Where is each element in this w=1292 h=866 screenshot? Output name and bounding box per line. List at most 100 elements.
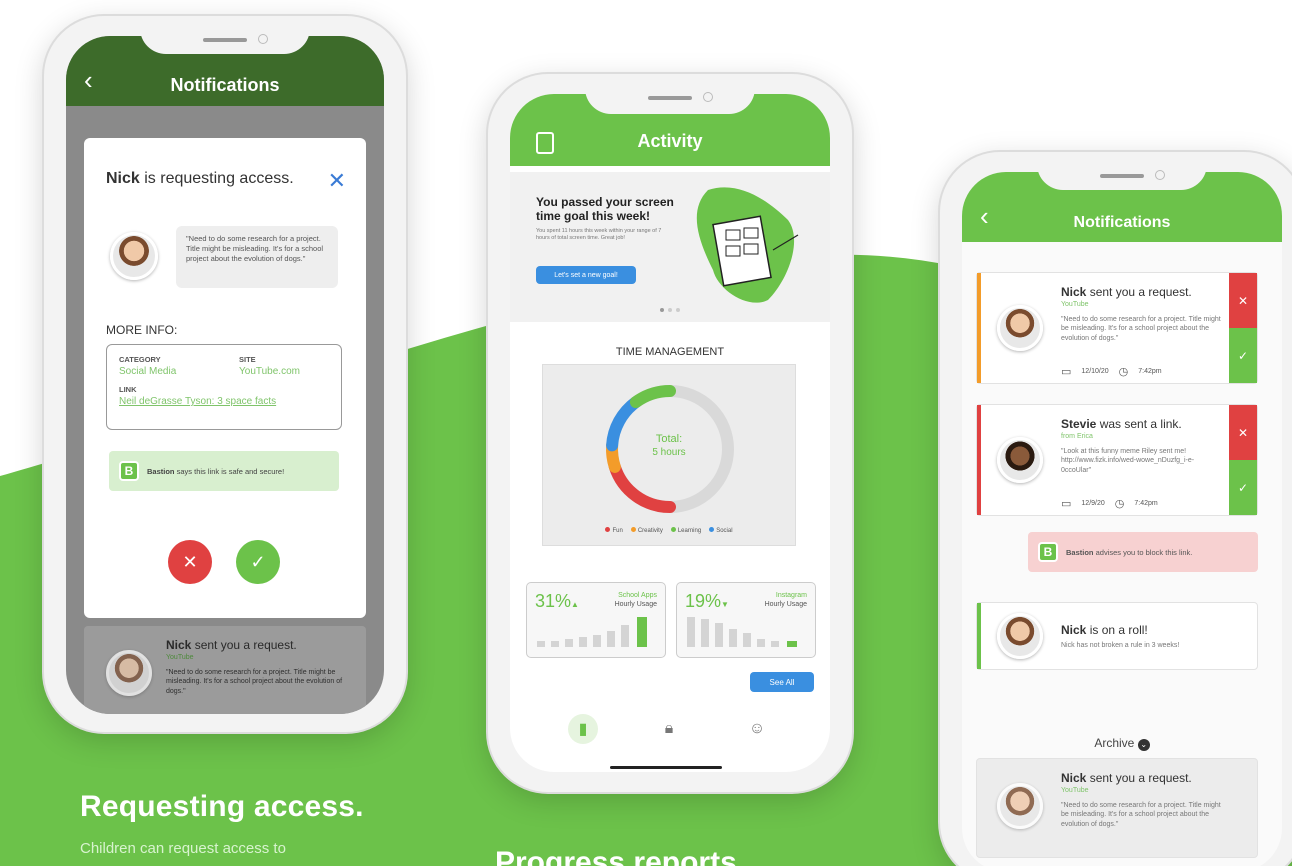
site-value: YouTube.com bbox=[239, 366, 300, 377]
usage-bar bbox=[551, 641, 559, 647]
legend-item-fun: Fun bbox=[605, 527, 623, 534]
home-indicator bbox=[610, 766, 722, 769]
notification-title: Nick is on a roll! bbox=[1061, 623, 1148, 637]
section-title: TIME MANAGEMENT bbox=[615, 346, 725, 358]
usage-bar bbox=[729, 629, 737, 647]
phone-screen: Activity You passed your screen time goa… bbox=[510, 94, 830, 772]
archive-toggle[interactable]: Archive ⌄ bbox=[962, 736, 1282, 751]
usage-bar bbox=[757, 639, 765, 647]
calendar-icon: ▭ bbox=[1061, 366, 1072, 378]
usage-bar bbox=[593, 635, 601, 647]
avatar bbox=[997, 305, 1043, 351]
usage-bar bbox=[771, 641, 779, 647]
back-chevron-icon[interactable]: ‹ bbox=[980, 201, 989, 232]
notification-roll[interactable]: Nick is on a roll! Nick has not broken a… bbox=[976, 602, 1258, 670]
notification-time: 7:42pm bbox=[1134, 500, 1158, 507]
usage-bar bbox=[715, 623, 723, 647]
block-text: Bastion advises you to block this link. bbox=[1066, 547, 1193, 557]
close-icon[interactable]: ✕ bbox=[328, 168, 346, 194]
notification-date: 12/9/20 bbox=[1081, 500, 1105, 507]
stat-label: School Apps Hourly Usage bbox=[614, 592, 657, 609]
archived-request[interactable]: Nick sent you a request. YouTube "Need t… bbox=[976, 758, 1258, 858]
notification-source: YouTube bbox=[1061, 787, 1089, 794]
deny-button[interactable]: ✕ bbox=[1229, 405, 1257, 460]
notification-meta: ▭ 12/10/20 ◷ 7:42pm bbox=[1061, 365, 1162, 378]
approve-button[interactable]: ✓ bbox=[1229, 328, 1257, 383]
phone-screen: ‹ Notifications Nick sent you a request.… bbox=[66, 36, 384, 714]
link-label: LINK bbox=[119, 385, 137, 394]
notification-meta: ▭ 12/9/20 ◷ 7:42pm bbox=[1061, 497, 1158, 510]
clock-icon: ◷ bbox=[1118, 366, 1129, 378]
chart-total-label: Total: bbox=[655, 433, 683, 445]
carousel-dots bbox=[660, 308, 680, 312]
user-icon[interactable]: ☺ bbox=[742, 714, 772, 744]
avatar bbox=[106, 650, 152, 696]
legend-label: Learning bbox=[677, 528, 702, 534]
header-icon[interactable] bbox=[536, 132, 554, 154]
deny-button[interactable]: ✕ bbox=[168, 540, 212, 584]
site-label: SITE bbox=[239, 355, 256, 364]
avatar bbox=[997, 783, 1043, 829]
phone-notifications: ‹ Notifications Nick sent you a request.… bbox=[940, 152, 1292, 866]
header-title: Activity bbox=[637, 131, 703, 151]
stat-card-instagram[interactable]: 19%▼ Instagram Hourly Usage bbox=[676, 582, 816, 658]
usage-bar bbox=[537, 641, 545, 647]
legend-label: Creativity bbox=[637, 528, 663, 534]
notification-request[interactable]: Nick sent you a request. YouTube "Need t… bbox=[976, 272, 1258, 384]
phone-notch bbox=[140, 16, 310, 54]
legend-item-learning: Learning bbox=[670, 527, 702, 534]
camera-icon bbox=[258, 34, 268, 44]
more-info-label: MORE INFO: bbox=[106, 323, 178, 337]
banner-headline: You passed your screen time goal this we… bbox=[536, 195, 674, 223]
notification-link[interactable]: Stevie was sent a link. from Erica "Look… bbox=[976, 404, 1258, 516]
legend-dot bbox=[605, 527, 611, 532]
safe-link-notice: B Bastion says this link is safe and sec… bbox=[109, 451, 339, 491]
bastion-logo-icon: B bbox=[1038, 542, 1058, 562]
notification-source: YouTube bbox=[1061, 301, 1089, 308]
back-chevron-icon[interactable]: ‹ bbox=[84, 65, 93, 96]
new-goal-button[interactable]: Let's set a new goal! bbox=[536, 266, 636, 284]
legend-item-social: Social bbox=[709, 527, 733, 534]
calendar-icon: ▭ bbox=[1061, 498, 1072, 510]
headline-requesting-access: Requesting access. bbox=[80, 790, 364, 823]
category-value: Social Media bbox=[119, 366, 177, 377]
chevron-down-icon: ⌄ bbox=[1137, 739, 1150, 751]
donut-slice-learning bbox=[629, 385, 676, 409]
request-access-modal: Nick is requesting access. ✕ "Need to do… bbox=[84, 138, 366, 618]
status-stripe bbox=[977, 603, 981, 669]
notification-title: Nick sent you a request. bbox=[1061, 285, 1192, 299]
donut-slice-fun bbox=[608, 460, 676, 513]
goal-banner: You passed your screen time goal this we… bbox=[510, 172, 830, 322]
notification-source: from Erica bbox=[1061, 433, 1093, 440]
deny-button[interactable]: ✕ bbox=[1229, 273, 1257, 328]
usage-bar bbox=[701, 619, 709, 647]
see-all-button[interactable]: See All bbox=[750, 672, 814, 692]
bg-card-message: "Need to do some research for a project.… bbox=[166, 669, 343, 695]
clock-icon: ◷ bbox=[1114, 498, 1125, 510]
approve-button[interactable]: ✓ bbox=[236, 540, 280, 584]
speaker-icon bbox=[1100, 174, 1144, 178]
phone-requesting-access: ‹ Notifications Nick sent you a request.… bbox=[44, 16, 406, 732]
stat-card-school[interactable]: 31%▲ School Apps Hourly Usage bbox=[526, 582, 666, 658]
usage-bar bbox=[743, 633, 751, 647]
time-chart-card: Total: 5 hours Fun Creativity Learning Soci… bbox=[542, 364, 796, 546]
bg-card-title: Nick sent you a request. bbox=[166, 638, 297, 652]
notification-title: Nick sent you a request. bbox=[1061, 771, 1192, 785]
modal-title: Nick is requesting access. bbox=[106, 170, 294, 187]
notification-time: 7:42pm bbox=[1138, 368, 1162, 375]
notification-message: "Need to do some research for a project.… bbox=[1061, 802, 1221, 828]
safe-text: Bastion says this link is safe and secur… bbox=[147, 466, 285, 476]
speaker-icon bbox=[648, 96, 692, 100]
usage-bar bbox=[787, 641, 797, 647]
stats-icon[interactable]: ▮ bbox=[568, 714, 598, 744]
approve-button[interactable]: ✓ bbox=[1229, 460, 1257, 515]
legend-dot bbox=[709, 527, 715, 532]
usage-bar bbox=[579, 637, 587, 647]
stat-percent: 31%▲ bbox=[535, 591, 579, 611]
headline-progress-reports: Progress reports. bbox=[495, 846, 746, 866]
link-value[interactable]: Neil deGrasse Tyson: 3 space facts bbox=[119, 396, 329, 407]
avatar bbox=[997, 437, 1043, 483]
bg-card-source: YouTube bbox=[166, 654, 194, 661]
status-stripe bbox=[977, 405, 981, 515]
lock-icon[interactable]: 🔒︎ bbox=[654, 714, 684, 744]
